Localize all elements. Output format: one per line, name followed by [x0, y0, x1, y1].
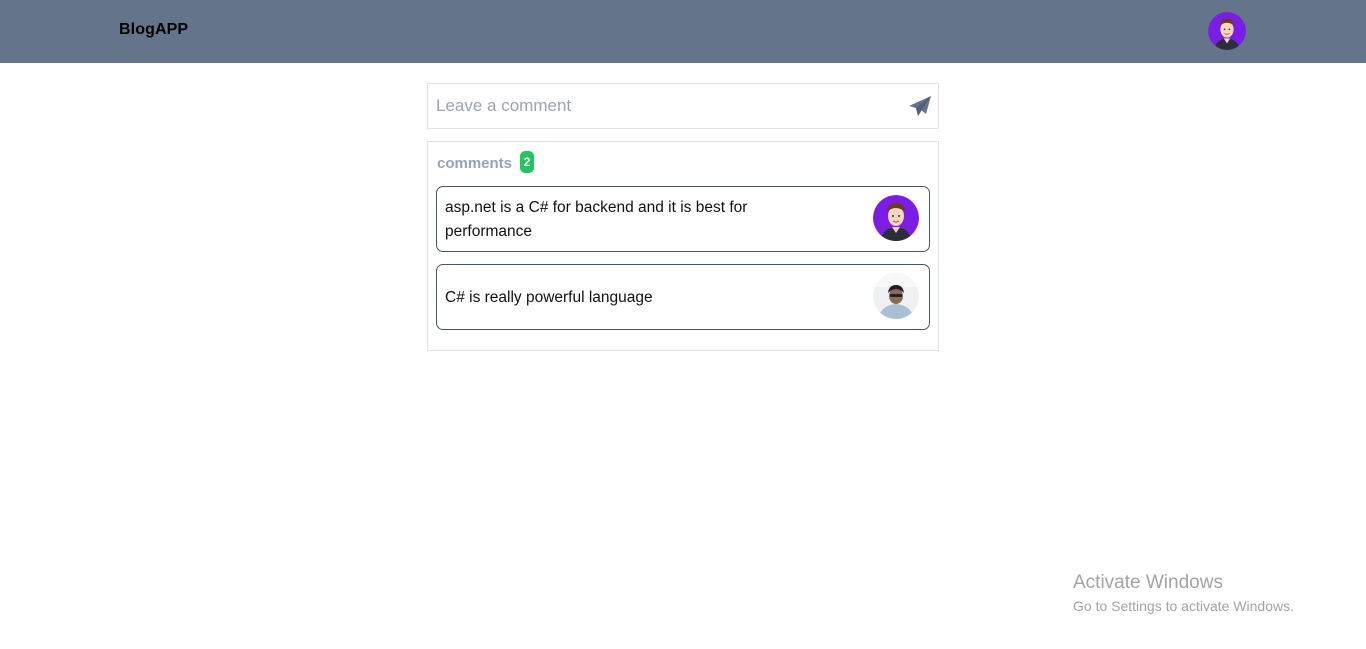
comment-text: C# is really powerful language	[445, 289, 653, 306]
send-comment-button[interactable]	[908, 95, 932, 117]
comment-card: asp.net is a C# for backend and it is be…	[436, 186, 930, 252]
comments-heading: comments	[437, 155, 513, 172]
top-navbar: BlogAPP	[0, 0, 1366, 63]
user-avatar-icon[interactable]	[1208, 12, 1246, 50]
comment-input[interactable]	[436, 84, 896, 128]
paper-plane-icon	[909, 96, 931, 116]
comments-count-badge: 2	[520, 151, 534, 173]
commenter-photo-icon[interactable]	[873, 273, 919, 319]
comment-form	[427, 83, 939, 129]
watermark-title: Activate Windows	[1073, 572, 1223, 593]
comment-text: asp.net is a C# for backend and it is be…	[445, 199, 748, 240]
commenter-avatar-icon[interactable]	[873, 195, 919, 241]
comments-panel: comments 2 asp.net is a C# for backend a…	[427, 141, 939, 351]
windows-activation-watermark: Activate Windows Go to Settings to activ…	[1073, 571, 1294, 617]
comment-card: C# is really powerful language	[436, 264, 930, 330]
brand-logo-text[interactable]: BlogAPP	[119, 21, 188, 39]
watermark-subtitle: Go to Settings to activate Windows.	[1073, 598, 1294, 614]
